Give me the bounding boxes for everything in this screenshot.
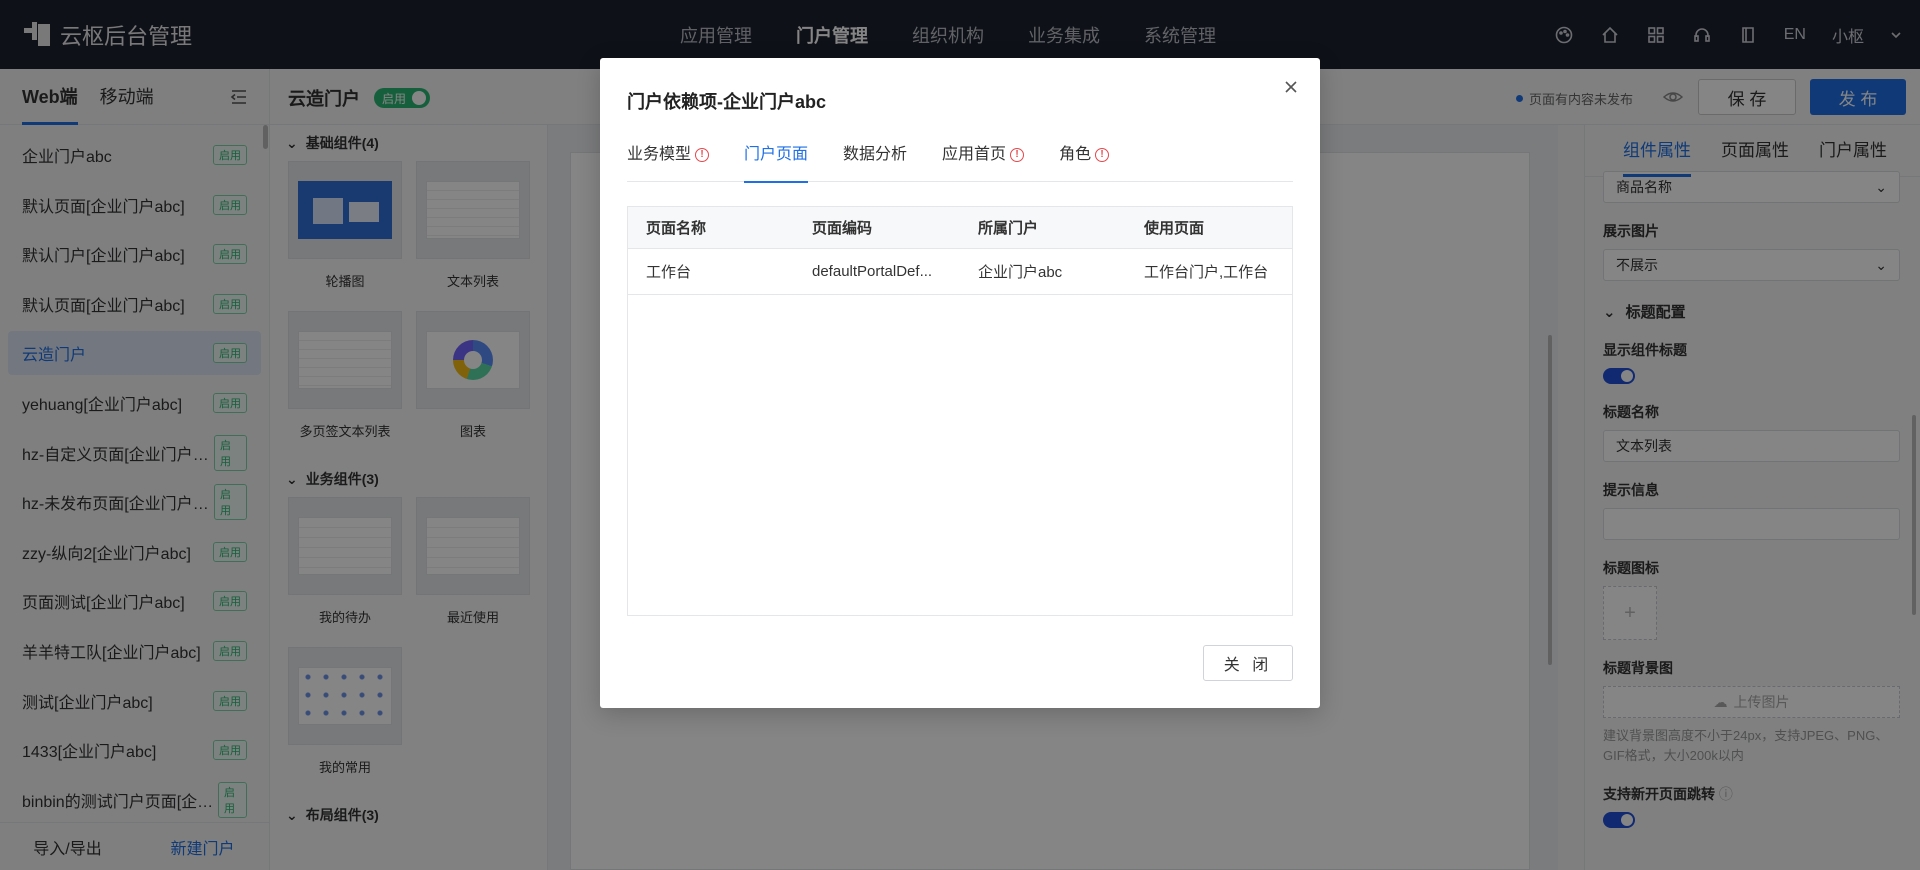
portal-dependencies-dialog: 门户依赖项-企业门户abc 业务模型! 门户页面 数据分析 应用首页! 角色! … [600,58,1320,708]
close-dialog-button[interactable]: 关 闭 [1203,645,1293,681]
warning-icon: ! [695,148,710,162]
table-cell: 企业门户abc [978,264,1063,281]
column-header: 所属门户 [978,220,1039,237]
tab-label: 业务模型 [627,146,692,163]
tab-label: 数据分析 [843,146,908,163]
tab-data-analysis[interactable]: 数据分析 [843,140,907,182]
table-cell: 工作台 [646,264,692,281]
dialog-tabs: 业务模型! 门户页面 数据分析 应用首页! 角色! [627,140,1293,183]
tab-business-model[interactable]: 业务模型! [627,140,710,182]
tab-roles[interactable]: 角色! [1059,140,1110,182]
close-icon[interactable] [1280,76,1302,98]
warning-icon: ! [1095,148,1110,162]
tab-label: 门户页面 [744,146,809,163]
column-header: 使用页面 [1144,220,1205,237]
dialog-title: 门户依赖项-企业门户abc [627,92,827,112]
table-header: 页面名称 页面编码 所属门户 使用页面 [628,207,1292,249]
dependencies-table: 页面名称 页面编码 所属门户 使用页面 工作台 defaultPortalDef… [627,206,1293,616]
warning-icon: ! [1010,148,1025,162]
table-row[interactable]: 工作台 defaultPortalDef... 企业门户abc 工作台门户,工作… [628,249,1292,295]
column-header: 页面名称 [646,220,707,237]
tab-app-home[interactable]: 应用首页! [942,140,1025,182]
tab-label: 角色 [1059,146,1092,163]
tab-portal-pages[interactable]: 门户页面 [744,140,809,183]
table-cell: defaultPortalDef... [812,263,933,280]
table-cell: 工作台门户,工作台 [1144,264,1269,281]
tab-label: 应用首页 [942,146,1007,163]
column-header: 页面编码 [812,220,873,237]
